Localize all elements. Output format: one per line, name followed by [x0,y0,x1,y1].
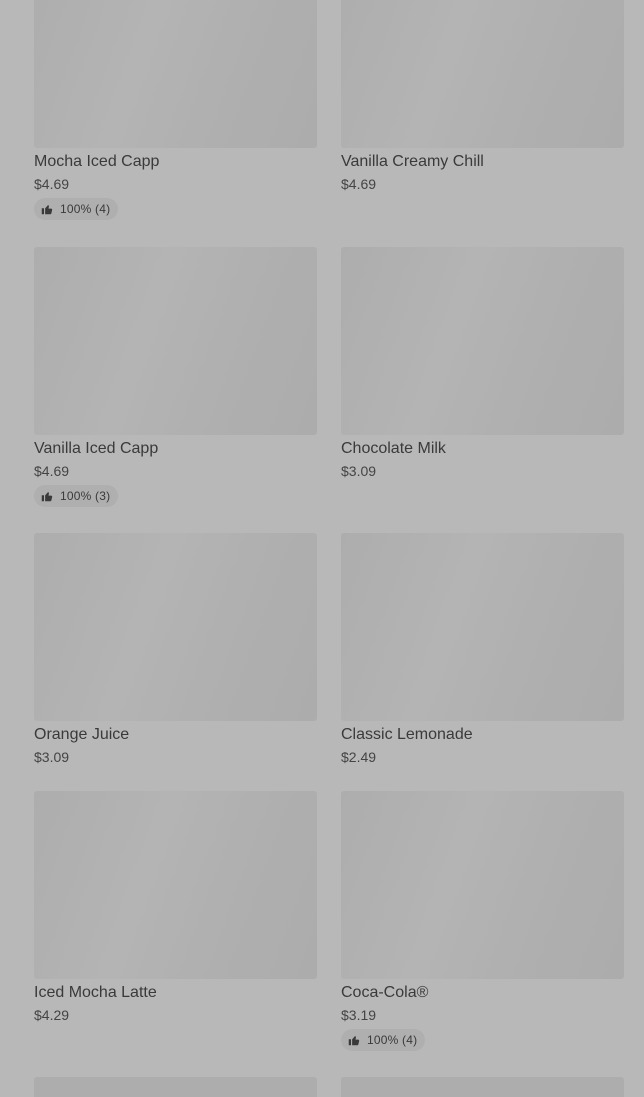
item-name: Classic Lemonade [341,726,473,743]
item-image-placeholder[interactable] [34,247,317,435]
menu-item-card[interactable]: Mocha Iced Capp $4.69 100% (4) [34,0,317,220]
item-name: Vanilla Iced Capp [34,440,159,457]
thumbs-up-icon [41,205,53,215]
thumbs-up-icon [41,492,53,502]
item-price: $4.29 [34,1007,70,1023]
item-price: $4.69 [34,463,70,479]
menu-item-card[interactable]: Coca-Cola® $3.19 100% (4) [341,791,624,1051]
item-price: $3.09 [34,749,70,765]
item-image-placeholder[interactable] [34,533,317,721]
menu-item-card[interactable]: Chocolate Milk $3.09 [341,247,624,480]
item-name: Mocha Iced Capp [34,153,160,170]
item-name: Vanilla Creamy Chill [341,153,484,170]
item-image-placeholder[interactable] [341,247,624,435]
item-name: Orange Juice [34,726,130,743]
menu-item-card[interactable]: Iced Mocha Latte $4.29 [34,791,317,1024]
rating-text: 100% (3) [60,489,111,503]
rating-badge: 100% (3) [34,485,119,507]
rating-text: 100% (4) [60,202,111,216]
item-image-placeholder[interactable] [34,1077,317,1097]
rating-badge: 100% (4) [34,198,119,220]
item-name: Coca-Cola® [341,984,429,1001]
item-image-placeholder[interactable] [341,533,624,721]
thumbs-up-icon [348,1036,360,1046]
rating-badge: 100% (4) [341,1029,426,1051]
item-image-placeholder[interactable] [341,1077,624,1097]
rating-text: 100% (4) [367,1033,418,1047]
item-name: Iced Mocha Latte [34,984,157,1001]
item-price: $4.69 [34,176,70,192]
item-image-placeholder[interactable] [341,791,624,979]
item-image-placeholder[interactable] [341,0,624,148]
menu-item-card[interactable]: Vanilla Creamy Chill $4.69 [341,0,624,193]
item-price: $2.49 [341,749,377,765]
item-name: Chocolate Milk [341,440,446,457]
item-image-placeholder[interactable] [34,791,317,979]
item-image-placeholder[interactable] [34,0,317,148]
item-price: $3.19 [341,1007,377,1023]
item-price: $3.09 [341,463,377,479]
menu-item-card[interactable]: Vanilla Iced Capp $4.69 100% (3) [34,247,317,507]
menu-item-card[interactable]: Orange Juice $3.09 [34,533,317,766]
menu-item-card[interactable]: Classic Lemonade $2.49 [341,533,624,766]
item-price: $4.69 [341,176,377,192]
